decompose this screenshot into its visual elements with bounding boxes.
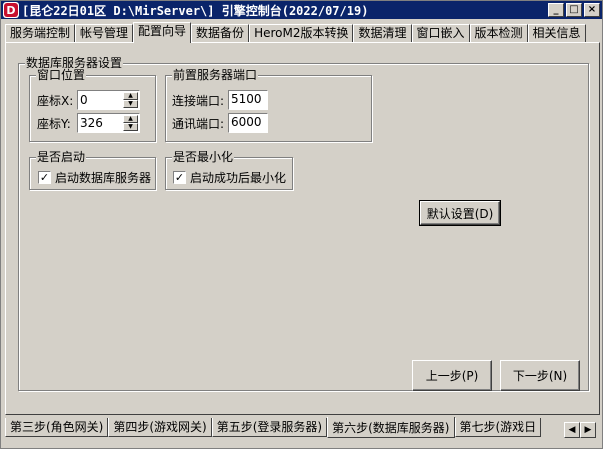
- prev-step-button[interactable]: 上一步(P): [412, 360, 492, 391]
- main-window: D [昆仑22日01区 D:\MirServer\] 引擎控制台(2022/07…: [0, 0, 603, 449]
- minimize-checkbox[interactable]: ✓: [173, 171, 186, 184]
- title-bar[interactable]: D [昆仑22日01区 D:\MirServer\] 引擎控制台(2022/07…: [1, 1, 602, 19]
- config-wizard-panel: 数据库服务器设置 窗口位置 座标X: ▲ ▼ 座标Y: ▲ ▼: [5, 42, 600, 415]
- scroll-left-icon[interactable]: ◀: [564, 422, 580, 438]
- step-tab-scroller: ◀ ▶: [564, 422, 596, 438]
- tab-data-backup[interactable]: 数据备份: [191, 24, 250, 43]
- app-icon: D: [3, 2, 19, 18]
- step-tab-7[interactable]: 第七步(游戏日: [454, 418, 541, 437]
- tab-account-management[interactable]: 帐号管理: [75, 24, 134, 43]
- coord-y-row: 座标Y: ▲ ▼: [37, 113, 140, 133]
- step-tab-3[interactable]: 第三步(角色网关): [5, 418, 109, 437]
- coord-y-down-icon[interactable]: ▼: [123, 123, 138, 131]
- tab-version-check[interactable]: 版本检测: [469, 24, 528, 43]
- minimize-title: 是否最小化: [172, 150, 235, 164]
- connect-port-label: 连接端口:: [172, 93, 225, 108]
- comm-port-label: 通讯端口:: [172, 116, 225, 131]
- comm-port-input[interactable]: 6000: [228, 113, 268, 133]
- autostart-checkbox[interactable]: ✓: [38, 171, 51, 184]
- next-step-button[interactable]: 下一步(N): [500, 360, 580, 391]
- coord-y-spinner[interactable]: ▲ ▼: [77, 113, 140, 133]
- coord-y-input[interactable]: [78, 116, 122, 130]
- autostart-checkbox-row[interactable]: ✓ 启动数据库服务器: [38, 169, 151, 186]
- tab-data-cleanup[interactable]: 数据清理: [353, 24, 412, 43]
- tab-herom2-convert[interactable]: HeroM2版本转换: [249, 24, 354, 43]
- window-position-title: 窗口位置: [36, 68, 87, 82]
- minimize-checkbox-label[interactable]: 启动成功后最小化: [190, 169, 286, 186]
- autostart-checkbox-label[interactable]: 启动数据库服务器: [55, 169, 151, 186]
- step-tab-4[interactable]: 第四步(游戏网关): [108, 418, 212, 437]
- maximize-button[interactable]: □: [566, 3, 582, 17]
- scroll-right-icon[interactable]: ▶: [580, 422, 596, 438]
- minimize-checkbox-row[interactable]: ✓ 启动成功后最小化: [173, 169, 286, 186]
- front-port-title: 前置服务器端口: [172, 68, 259, 82]
- coord-x-row: 座标X: ▲ ▼: [37, 90, 140, 110]
- coord-x-label: 座标X:: [37, 93, 74, 108]
- main-tab-bar: 服务端控制 帐号管理 配置向导 数据备份 HeroM2版本转换 数据清理 窗口嵌…: [5, 22, 586, 43]
- coord-x-input[interactable]: [78, 93, 122, 107]
- step-tab-bar: 第三步(角色网关) 第四步(游戏网关) 第五步(登录服务器) 第六步(数据库服务…: [5, 417, 541, 440]
- tab-server-control[interactable]: 服务端控制: [5, 24, 76, 43]
- tab-related-info[interactable]: 相关信息: [527, 24, 586, 43]
- comm-port-row: 通讯端口: 6000: [172, 113, 268, 133]
- coord-y-up-icon[interactable]: ▲: [123, 115, 138, 123]
- autostart-title: 是否启动: [36, 150, 87, 164]
- minimize-button[interactable]: _: [548, 3, 564, 17]
- tab-window-embed[interactable]: 窗口嵌入: [411, 24, 470, 43]
- coord-x-down-icon[interactable]: ▼: [123, 100, 138, 108]
- step-tab-5[interactable]: 第五步(登录服务器): [211, 418, 328, 437]
- window-title: [昆仑22日01区 D:\MirServer\] 引擎控制台(2022/07/1…: [22, 3, 369, 18]
- tab-config-wizard[interactable]: 配置向导: [133, 22, 192, 43]
- close-button[interactable]: ×: [584, 3, 600, 17]
- connect-port-input[interactable]: 5100: [228, 90, 268, 110]
- coord-y-label: 座标Y:: [37, 116, 71, 131]
- connect-port-row: 连接端口: 5100: [172, 90, 268, 110]
- coord-x-spinner[interactable]: ▲ ▼: [77, 90, 140, 110]
- default-settings-button[interactable]: 默认设置(D): [419, 200, 501, 226]
- coord-x-up-icon[interactable]: ▲: [123, 92, 138, 100]
- step-tab-6[interactable]: 第六步(数据库服务器): [327, 417, 455, 438]
